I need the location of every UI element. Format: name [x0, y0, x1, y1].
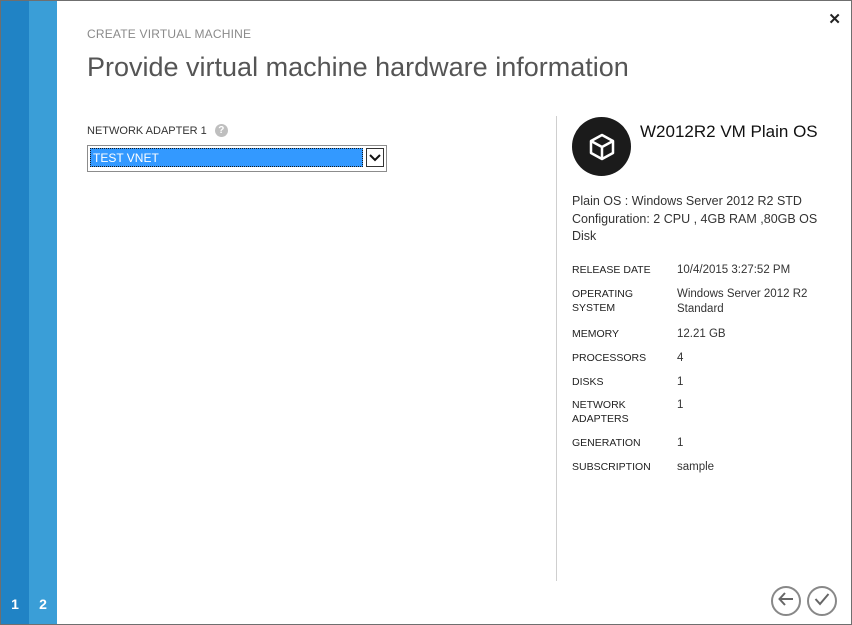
property-key: RELEASE DATE: [572, 264, 651, 276]
network-adapter-label: NETWORK ADAPTER 1: [87, 124, 207, 137]
step-indicator: 1 2: [1, 1, 57, 624]
wizard-kicker: CREATE VIRTUAL MACHINE: [87, 27, 252, 41]
arrow-left-icon: [778, 591, 794, 611]
property-value: sample: [677, 461, 715, 473]
vm-name: W2012R2 VM Plain OS: [640, 122, 818, 141]
property-key: MEMORY: [572, 328, 620, 340]
property-value: Windows Server 2012 R2 Standard: [677, 288, 808, 315]
help-icon[interactable]: ?: [214, 124, 228, 137]
vm-description: Plain OS : Windows Server 2012 R2 STD Co…: [572, 193, 832, 246]
network-adapter-select[interactable]: TEST VNET: [87, 145, 387, 172]
network-adapter-label-row: NETWORK ADAPTER 1 ?: [87, 124, 228, 137]
step-2-number: 2: [39, 596, 47, 612]
finish-button[interactable]: [807, 586, 837, 616]
property-value: 4: [677, 352, 684, 364]
wizard-dialog: 1 2 ✕ CREATE VIRTUAL MACHINE Provide vir…: [0, 0, 852, 625]
checkmark-icon: [814, 592, 830, 611]
close-icon[interactable]: ✕: [828, 12, 841, 27]
property-key: DISKS: [572, 376, 604, 388]
vm-description-line-2: Configuration: 2 CPU , 4GB RAM ,80GB OS …: [572, 211, 818, 244]
panel-divider: [556, 116, 557, 581]
property-key: NETWORK ADAPTERS: [572, 399, 629, 425]
property-value: 1: [677, 399, 684, 411]
step-1-number: 1: [11, 596, 19, 612]
network-adapter-selected-value: TEST VNET: [90, 148, 363, 167]
cube-icon: [572, 117, 631, 176]
step-2[interactable]: 2: [29, 1, 57, 624]
vm-description-line-1: Plain OS : Windows Server 2012 R2 STD: [572, 194, 802, 208]
property-key: GENERATION: [572, 437, 641, 449]
chevron-down-icon[interactable]: [366, 148, 384, 167]
property-value: 10/4/2015 3:27:52 PM: [677, 264, 791, 276]
property-value: 12.21 GB: [677, 328, 726, 340]
property-key: PROCESSORS: [572, 352, 647, 364]
back-button[interactable]: [771, 586, 801, 616]
property-value: 1: [677, 376, 684, 388]
page-title: Provide virtual machine hardware informa…: [87, 52, 629, 82]
step-1[interactable]: 1: [1, 1, 29, 624]
property-value: 1: [677, 437, 684, 449]
property-key: OPERATING SYSTEM: [572, 288, 634, 314]
property-key: SUBSCRIPTION: [572, 461, 651, 473]
